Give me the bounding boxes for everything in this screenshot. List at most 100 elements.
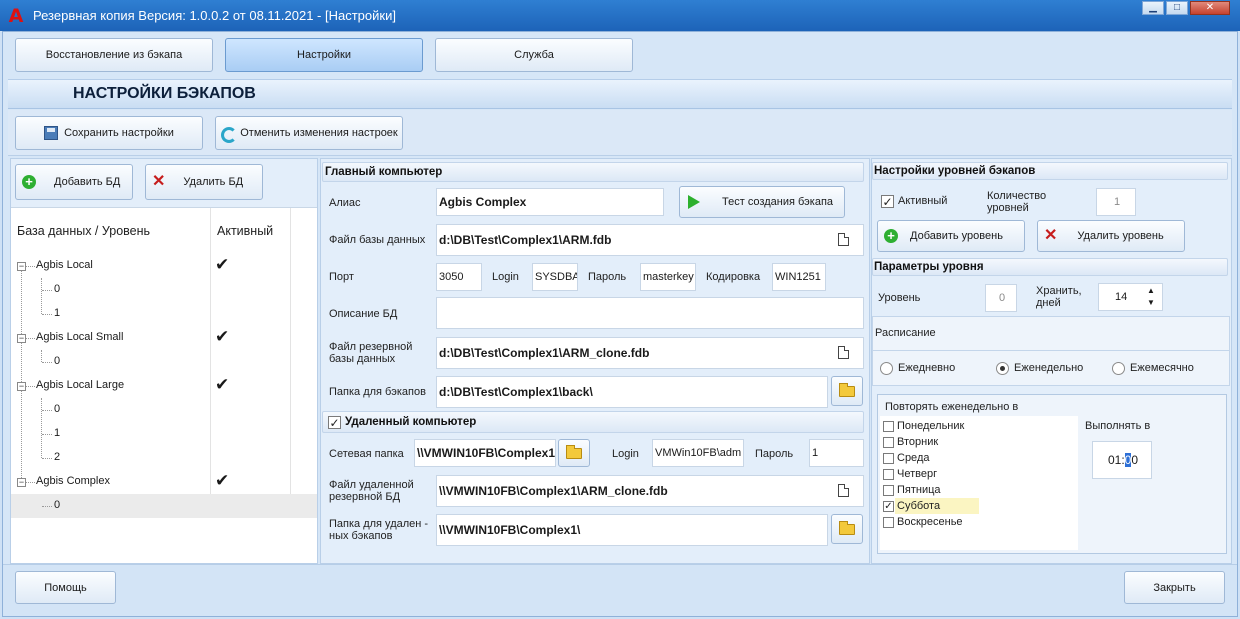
remote-file-value: \\VMWIN10FB\Complex1\ARM_clone.fdb xyxy=(439,484,668,498)
network-folder-input[interactable]: \\VMWIN10FB\Complex1 xyxy=(414,439,556,467)
levels-count-value: 1 xyxy=(1113,196,1121,208)
tree-branch xyxy=(42,314,52,315)
help-button[interactable]: Помощь xyxy=(15,571,116,604)
tab-service[interactable]: Служба xyxy=(435,38,633,72)
add-level-button[interactable]: + Добавить уровень xyxy=(877,220,1025,252)
remote-file-input[interactable]: \\VMWIN10FB\Complex1\ARM_clone.fdb xyxy=(436,475,864,507)
day-checkbox-checked[interactable]: ✓ xyxy=(883,501,894,512)
tree-node-label: 2 xyxy=(54,451,61,463)
description-input[interactable] xyxy=(436,297,864,329)
close-button[interactable]: Закрыть xyxy=(1124,571,1225,604)
radio-weekly[interactable] xyxy=(996,362,1009,375)
day-checkbox[interactable] xyxy=(883,485,894,496)
day-checkbox[interactable] xyxy=(883,437,894,448)
main-computer-title: Главный компьютер xyxy=(325,166,443,178)
collapse-icon[interactable]: − xyxy=(17,478,26,487)
tree-node-db[interactable]: − Agbis Local Small ✔ xyxy=(11,326,317,350)
tree-node-level[interactable]: 0 xyxy=(11,350,317,374)
collapse-icon[interactable]: − xyxy=(17,382,26,391)
level-active-label: Активный xyxy=(898,195,948,207)
radio-daily[interactable] xyxy=(880,362,893,375)
backup-file-value: d:\DB\Test\Complex1\ARM_clone.fdb xyxy=(439,346,650,360)
page-title: НАСТРОЙКИ БЭКАПОВ xyxy=(73,85,256,102)
revert-settings-button[interactable]: Отменить изменения настроек xyxy=(215,116,403,150)
tree-node-db[interactable]: − Agbis Complex ✔ xyxy=(11,470,317,494)
run-at-time-input[interactable]: 01: 0 0 xyxy=(1092,441,1152,479)
save-settings-button[interactable]: Сохранить настройки xyxy=(15,116,203,150)
delete-icon: ✕ xyxy=(1044,227,1058,244)
login-label: Login xyxy=(492,271,519,283)
browse-folder-button[interactable] xyxy=(831,376,863,406)
tree-node-db[interactable]: − Agbis Local Large ✔ xyxy=(11,374,317,398)
day-checkbox[interactable] xyxy=(883,517,894,528)
test-backup-button[interactable]: Тест создания бэкапа xyxy=(679,186,845,218)
backup-file-label-2: базы данных xyxy=(329,353,396,365)
backup-file-input[interactable]: d:\DB\Test\Complex1\ARM_clone.fdb xyxy=(436,337,864,369)
chevron-up-icon[interactable]: ▲ xyxy=(1147,286,1155,295)
close-window-icon[interactable]: ✕ xyxy=(1190,1,1230,15)
delete-db-button[interactable]: ✕ Удалить БД xyxy=(145,164,263,200)
day-checkbox[interactable] xyxy=(883,421,894,432)
browse-network-folder-button[interactable] xyxy=(558,439,590,467)
delete-level-button[interactable]: ✕ Удалить уровень xyxy=(1037,220,1185,252)
remote-password-input[interactable]: 1 xyxy=(809,439,864,467)
tab-restore[interactable]: Восстановление из бэкапа xyxy=(15,38,213,72)
radio-monthly[interactable] xyxy=(1112,362,1125,375)
password-input[interactable]: masterkey xyxy=(640,263,696,291)
file-browse-icon[interactable] xyxy=(838,233,849,246)
port-label: Порт xyxy=(329,271,354,283)
alias-value: Agbis Complex xyxy=(439,195,527,209)
file-browse-icon[interactable] xyxy=(838,346,849,359)
add-db-label: Добавить БД xyxy=(54,176,121,188)
tree-node-level[interactable]: 0 xyxy=(11,278,317,302)
day-checkbox[interactable] xyxy=(883,453,894,464)
login-input[interactable]: SYSDBA xyxy=(532,263,578,291)
collapse-icon[interactable]: − xyxy=(17,334,26,343)
alias-label: Алиас xyxy=(329,197,361,209)
chevron-down-icon[interactable]: ▼ xyxy=(1147,298,1155,307)
repeat-weekly-label: Повторять еженедельно в xyxy=(885,401,1019,413)
remote-folder-label-2: ных бэкапов xyxy=(329,530,393,542)
tree-node-level[interactable]: 0 xyxy=(11,398,317,422)
remote-password-label: Пароль xyxy=(755,448,794,460)
keep-days-stepper[interactable]: 14 ▲ ▼ xyxy=(1098,283,1163,311)
alias-input[interactable]: Agbis Complex xyxy=(436,188,664,216)
maximize-icon[interactable]: □ xyxy=(1166,1,1188,15)
keep-days-value: 14 xyxy=(1115,291,1128,303)
backup-file-label-1: Файл резервной xyxy=(329,341,413,353)
remote-folder-label-1: Папка для удален - xyxy=(329,518,429,530)
app-logo-icon: A xyxy=(8,5,24,27)
tree-node-label: Agbis Complex xyxy=(36,475,110,487)
remote-computer-title: Удаленный компьютер xyxy=(345,416,477,428)
remote-folder-input[interactable]: \\VMWIN10FB\Complex1\ xyxy=(436,514,828,546)
tree-branch xyxy=(42,290,52,291)
remote-enabled-checkbox[interactable]: ✓ xyxy=(328,416,341,429)
minimize-icon[interactable]: ▁ xyxy=(1142,1,1164,15)
file-browse-icon[interactable] xyxy=(838,484,849,497)
remote-login-input[interactable]: VMWin10FB\adm xyxy=(652,439,744,467)
db-tree[interactable]: База данных / Уровень Активный − Agbis L… xyxy=(11,207,317,563)
level-label: Уровень xyxy=(878,292,921,304)
backup-folder-input[interactable]: d:\DB\Test\Complex1\back\ xyxy=(436,376,828,408)
tree-node-level[interactable]: 1 xyxy=(11,422,317,446)
day-checkbox[interactable] xyxy=(883,469,894,480)
tree-node-db[interactable]: − Agbis Local ✔ xyxy=(11,254,317,278)
add-db-button[interactable]: + Добавить БД xyxy=(15,164,133,200)
backup-folder-label: Папка для бэкапов xyxy=(329,386,426,398)
tree-node-level[interactable]: 2 xyxy=(11,446,317,470)
remote-password-value: 1 xyxy=(812,447,819,459)
run-at-time-selection: 0 xyxy=(1124,453,1132,467)
tree-node-level[interactable]: 1 xyxy=(11,302,317,326)
levels-title: Настройки уровней бэкапов xyxy=(874,165,1036,177)
run-at-label: Выполнять в xyxy=(1085,420,1151,432)
dbfile-input[interactable]: d:\DB\Test\Complex1\ARM.fdb xyxy=(436,224,864,256)
level-active-checkbox[interactable]: ✓ xyxy=(881,195,894,208)
tree-node-level-selected[interactable]: 0 xyxy=(11,494,317,518)
tab-settings[interactable]: Настройки xyxy=(225,38,423,72)
encoding-input[interactable]: WIN1251 xyxy=(772,263,826,291)
tree-branch xyxy=(42,410,52,411)
levels-count-input: 1 xyxy=(1096,188,1136,216)
collapse-icon[interactable]: − xyxy=(17,262,26,271)
browse-remote-folder-button[interactable] xyxy=(831,514,863,544)
port-input[interactable]: 3050 xyxy=(436,263,482,291)
